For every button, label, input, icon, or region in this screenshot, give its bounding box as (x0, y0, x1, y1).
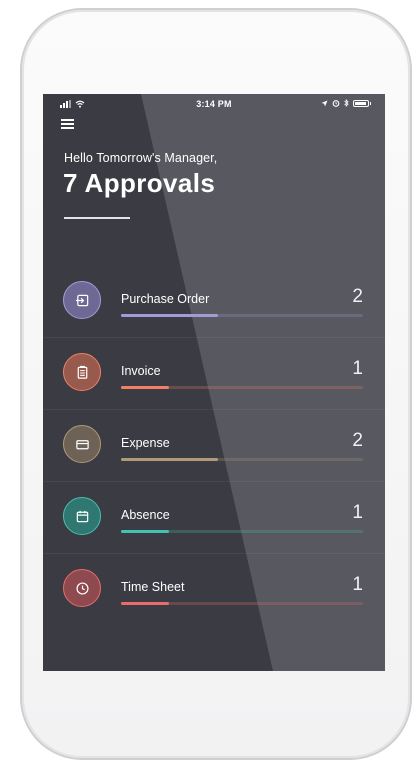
approval-row-expense[interactable]: Expense 2 (43, 410, 385, 482)
clipboard-icon (77, 365, 87, 379)
app-screen: 3:14 PM Hello Tomorrow's Manager, 7 Appr… (43, 94, 385, 671)
approval-progress-fill (121, 314, 218, 317)
approval-count: 2 (352, 286, 363, 307)
status-bar: 3:14 PM (43, 94, 385, 116)
approval-progress-fill (121, 458, 218, 461)
sign-in-icon (75, 294, 88, 306)
approval-icon-circle (63, 497, 101, 535)
approval-label: Expense (121, 436, 170, 450)
approval-label: Absence (121, 508, 170, 522)
greeting-text: Hello Tomorrow's Manager, (64, 151, 218, 165)
approval-row-purchase-order[interactable]: Purchase Order 2 (43, 266, 385, 338)
alarm-icon (332, 100, 340, 107)
approval-label: Purchase Order (121, 292, 210, 306)
page-title: 7 Approvals (63, 168, 216, 198)
bluetooth-icon (344, 99, 349, 107)
approval-icon-circle (63, 425, 101, 463)
approvals-list: Purchase Order 2 Invoice 1 Expense 2 Abs… (43, 266, 385, 625)
approval-icon-circle (63, 353, 101, 391)
approval-progress-track (121, 530, 363, 533)
title-underline (64, 217, 130, 219)
approval-count: 1 (352, 358, 363, 379)
clock-icon (75, 581, 89, 595)
approval-progress-track (121, 314, 363, 317)
approval-row-time-sheet[interactable]: Time Sheet 1 (43, 554, 385, 625)
approval-count: 1 (352, 574, 363, 595)
approval-progress-fill (121, 386, 170, 389)
approval-progress-track (121, 458, 363, 461)
approval-label: Invoice (121, 364, 161, 378)
approval-row-invoice[interactable]: Invoice 1 (43, 338, 385, 410)
approval-row-absence[interactable]: Absence 1 (43, 482, 385, 554)
calendar-icon (76, 510, 88, 522)
battery-tip (370, 101, 371, 105)
approval-icon-circle (63, 281, 101, 319)
approval-progress-fill (121, 602, 170, 605)
approval-count: 1 (352, 502, 363, 523)
battery-icon (353, 99, 369, 107)
approval-progress-fill (121, 530, 170, 533)
card-icon (75, 439, 89, 449)
approval-count: 2 (352, 430, 363, 451)
hamburger-menu-icon[interactable] (61, 119, 74, 129)
approval-label: Time Sheet (121, 580, 185, 594)
approval-progress-track (121, 602, 363, 605)
approval-progress-track (121, 386, 363, 389)
approval-icon-circle (63, 569, 101, 607)
status-right-group (321, 99, 371, 107)
location-icon (321, 100, 328, 106)
